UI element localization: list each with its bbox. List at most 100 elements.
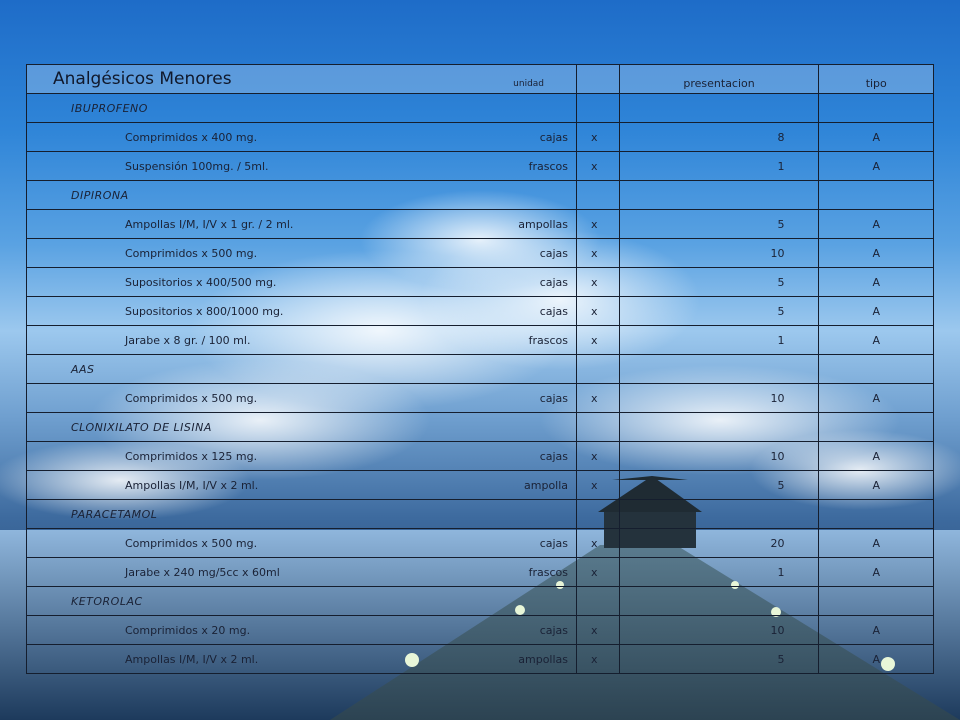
group-label: IBUPROFENO [25, 93, 578, 123]
group-row: IBUPROFENO [25, 93, 934, 123]
item-unit: ampollas [518, 652, 569, 666]
item-unit: cajas [539, 391, 569, 405]
item-description-cell: Ampollas I/M, I/V x 2 ml. ampolla [25, 470, 578, 500]
item-unit: cajas [539, 246, 569, 260]
item-unit: cajas [539, 275, 569, 289]
table-row: Suspensión 100mg. / 5ml. frascos x 1 A [25, 151, 934, 181]
item-description-cell: Comprimidos x 500 mg. cajas [25, 383, 578, 413]
empty-cell [618, 412, 820, 442]
item-tipo: A [818, 325, 934, 355]
table-row: Jarabe x 240 mg/5cc x 60ml frascos x 1 A [25, 557, 934, 587]
item-description-cell: Comprimidos x 500 mg. cajas [25, 528, 578, 558]
item-presentacion: 5 [618, 267, 820, 297]
item-description: Jarabe x 8 gr. / 100 ml. [125, 333, 251, 347]
item-unit: cajas [539, 623, 569, 637]
item-description-cell: Supositorios x 800/1000 mg. cajas [25, 296, 578, 326]
item-unit: frascos [528, 159, 569, 173]
group-row: CLONIXILATO DE LISINA [25, 412, 934, 442]
item-description-cell: Suspensión 100mg. / 5ml. frascos [25, 151, 578, 181]
group-row: KETOROLAC [25, 586, 934, 616]
item-tipo: A [818, 122, 934, 152]
item-unit: cajas [539, 536, 569, 550]
item-x: x [576, 470, 620, 500]
item-description: Comprimidos x 20 mg. [125, 623, 251, 637]
item-x: x [576, 122, 620, 152]
table-row: Comprimidos x 20 mg. cajas x 10 A [25, 615, 934, 645]
empty-cell [818, 354, 934, 384]
item-presentacion: 10 [618, 383, 820, 413]
item-tipo: A [818, 296, 934, 326]
group-row: DIPIRONA [25, 180, 934, 210]
item-x: x [576, 557, 620, 587]
item-description-cell: Jarabe x 240 mg/5cc x 60ml frascos [25, 557, 578, 587]
group-label: DIPIRONA [25, 180, 578, 210]
item-unit: frascos [528, 333, 569, 347]
table-row: Comprimidos x 500 mg. cajas x 20 A [25, 528, 934, 558]
empty-cell [576, 180, 620, 210]
table-row: Ampollas I/M, I/V x 2 ml. ampolla x 5 A [25, 470, 934, 500]
table-title-cell: Analgésicos Menores unidad [25, 64, 578, 94]
table-row: Comprimidos x 500 mg. cajas x 10 A [25, 238, 934, 268]
header-unidad: unidad [513, 78, 545, 89]
item-presentacion: 8 [618, 122, 820, 152]
item-x: x [576, 267, 620, 297]
empty-cell [618, 180, 820, 210]
item-x: x [576, 296, 620, 326]
item-description: Comprimidos x 500 mg. [125, 246, 258, 260]
empty-cell [818, 93, 934, 123]
empty-cell [818, 499, 934, 529]
header-x-cell [576, 64, 620, 94]
item-description: Ampollas I/M, I/V x 2 ml. [125, 652, 259, 666]
table-row: Comprimidos x 500 mg. cajas x 10 A [25, 383, 934, 413]
item-presentacion: 5 [618, 209, 820, 239]
item-unit: frascos [528, 565, 569, 579]
item-description-cell: Ampollas I/M, I/V x 1 gr. / 2 ml. ampolla… [25, 209, 578, 239]
item-tipo: A [818, 441, 934, 471]
item-description: Ampollas I/M, I/V x 2 ml. [125, 478, 259, 492]
item-description: Supositorios x 400/500 mg. [125, 275, 277, 289]
group-label: KETOROLAC [25, 586, 578, 616]
item-presentacion: 1 [618, 557, 820, 587]
item-tipo: A [818, 644, 934, 674]
item-x: x [576, 325, 620, 355]
item-description: Jarabe x 240 mg/5cc x 60ml [125, 565, 280, 579]
item-x: x [576, 209, 620, 239]
header-presentacion: presentacion [618, 64, 820, 94]
item-presentacion: 1 [618, 151, 820, 181]
item-tipo: A [818, 267, 934, 297]
item-x: x [576, 644, 620, 674]
item-unit: ampolla [524, 478, 569, 492]
table-row: Supositorios x 400/500 mg. cajas x 5 A [25, 267, 934, 297]
item-description-cell: Comprimidos x 20 mg. cajas [25, 615, 578, 645]
item-presentacion: 5 [618, 470, 820, 500]
item-description-cell: Jarabe x 8 gr. / 100 ml. frascos [25, 325, 578, 355]
page-title: Analgésicos Menores [53, 69, 232, 89]
item-tipo: A [818, 557, 934, 587]
item-x: x [576, 238, 620, 268]
item-description-cell: Comprimidos x 500 mg. cajas [25, 238, 578, 268]
item-tipo: A [818, 151, 934, 181]
item-description-cell: Comprimidos x 400 mg. cajas [25, 122, 578, 152]
group-row: AAS [25, 354, 934, 384]
empty-cell [618, 499, 820, 529]
empty-cell [576, 586, 620, 616]
empty-cell [818, 180, 934, 210]
item-description: Comprimidos x 400 mg. [125, 130, 258, 144]
empty-cell [618, 354, 820, 384]
item-unit: cajas [539, 304, 569, 318]
item-presentacion: 5 [618, 644, 820, 674]
header-tipo: tipo [818, 64, 934, 94]
item-x: x [576, 441, 620, 471]
item-presentacion: 1 [618, 325, 820, 355]
header-row: Analgésicos Menores unidad presentacion … [25, 64, 934, 94]
medication-table-container: Analgésicos Menores unidad presentacion … [25, 64, 934, 674]
item-tipo: A [818, 528, 934, 558]
item-presentacion: 10 [618, 441, 820, 471]
table-row: Jarabe x 8 gr. / 100 ml. frascos x 1 A [25, 325, 934, 355]
table-row: Ampollas I/M, I/V x 1 gr. / 2 ml. ampolla… [25, 209, 934, 239]
table-row: Ampollas I/M, I/V x 2 ml. ampollas x 5 A [25, 644, 934, 674]
item-description: Comprimidos x 500 mg. [125, 391, 258, 405]
group-label: CLONIXILATO DE LISINA [25, 412, 578, 442]
item-description: Ampollas I/M, I/V x 1 gr. / 2 ml. [125, 217, 294, 231]
empty-cell [618, 586, 820, 616]
